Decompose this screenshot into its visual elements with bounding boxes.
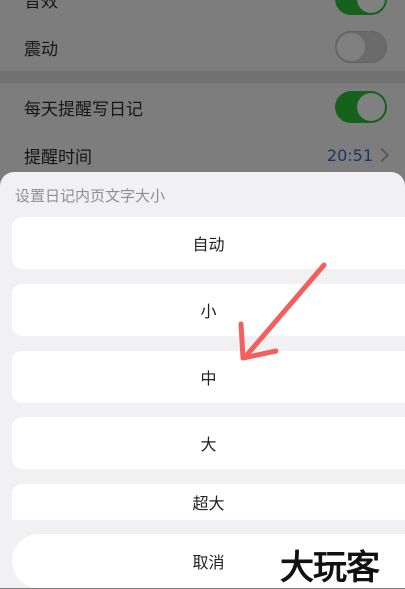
settings-list: 音效 震动 每天提醒写日记 提醒时间 20:51 [0,0,405,200]
vibration-toggle[interactable] [335,31,387,63]
option-medium[interactable]: 中 [12,351,405,403]
chevron-right-icon [374,147,390,163]
option-small[interactable]: 小 [12,284,405,336]
toggle-knob [337,33,365,61]
sound-toggle[interactable] [335,0,387,15]
option-large[interactable]: 大 [12,417,405,469]
toggle-knob [357,0,385,13]
settings-row-sound[interactable]: 音效 [0,0,405,23]
settings-row-label: 每天提醒写日记 [24,99,143,120]
option-auto[interactable]: 自动 [12,217,405,269]
settings-row-vibration[interactable]: 震动 [0,23,405,71]
settings-row-daily-reminder[interactable]: 每天提醒写日记 [0,83,405,131]
toggle-knob [357,93,385,121]
settings-row-label: 震动 [24,39,58,60]
settings-row-label: 提醒时间 [24,147,92,168]
option-extra-large[interactable]: 超大 [12,484,405,520]
watermark-logo: 大玩客 [280,548,380,588]
font-size-action-sheet: 设置日记内页文字大小 自动 小 中 大 超大 取消 [0,172,405,588]
settings-row-label: 音效 [24,0,58,12]
reminder-time-value: 20:51 [326,145,373,165]
section-gap [0,71,405,83]
daily-reminder-toggle[interactable] [335,91,387,123]
sheet-title: 设置日记内页文字大小 [15,187,166,205]
